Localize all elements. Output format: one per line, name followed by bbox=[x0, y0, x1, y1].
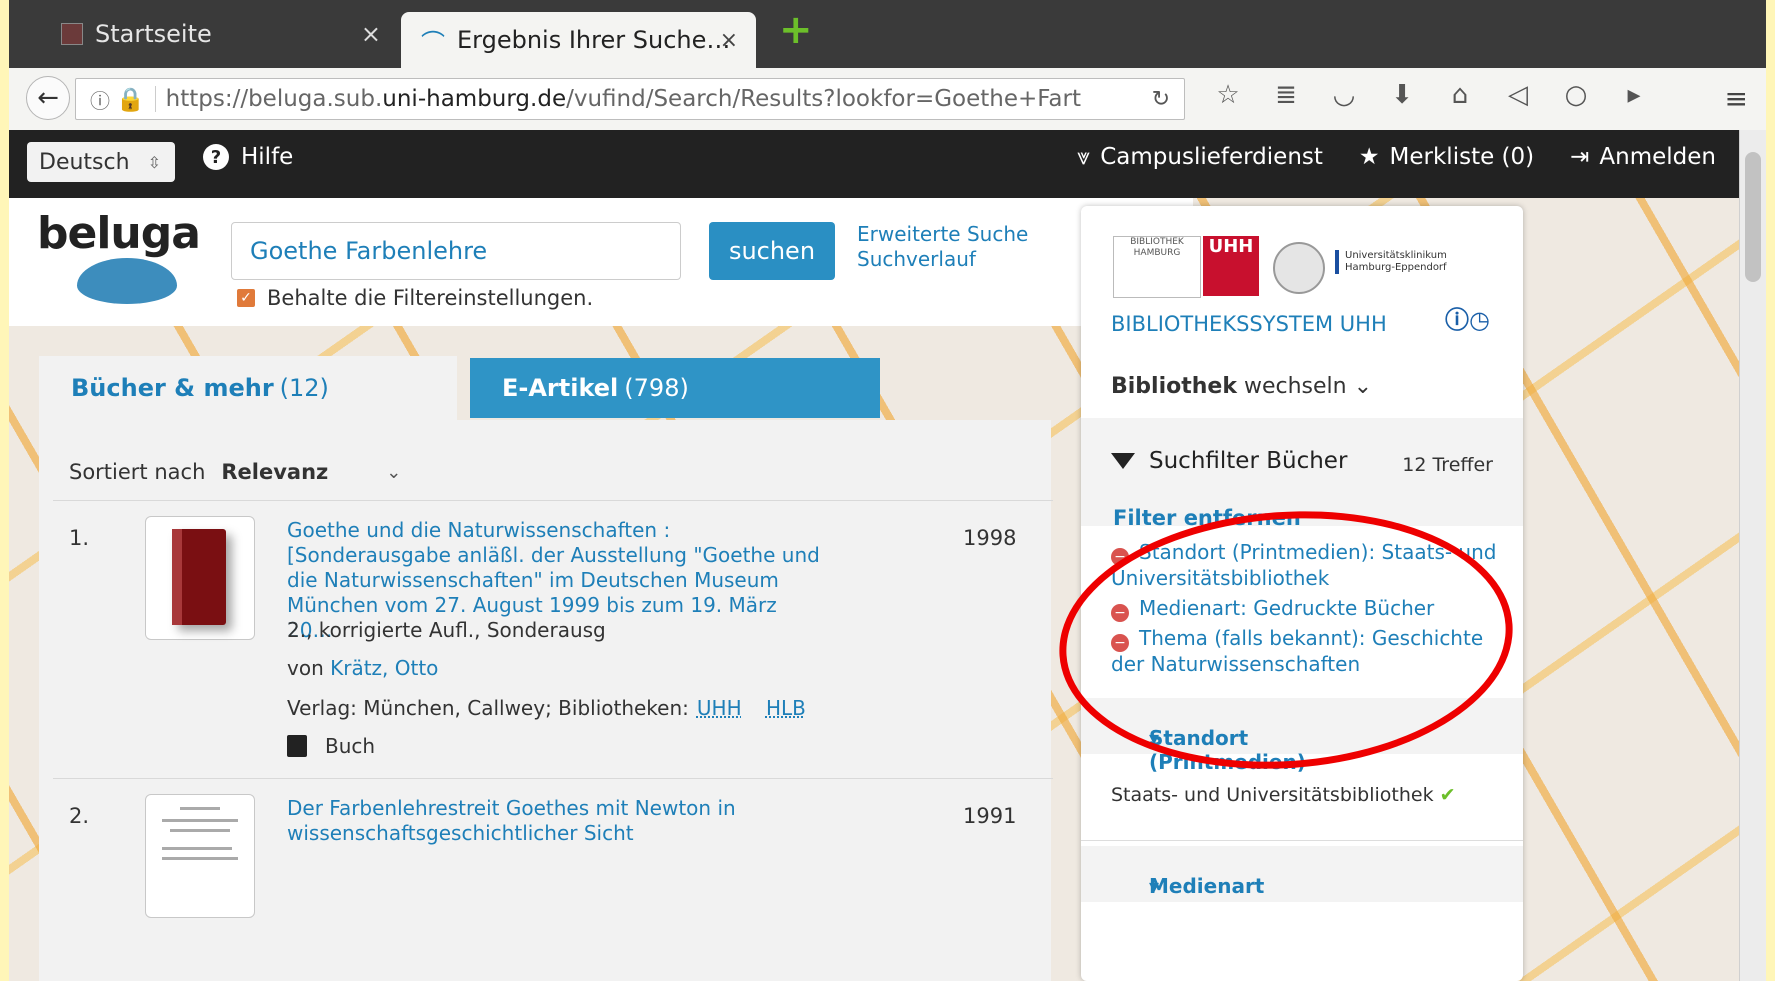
checkbox-checked-icon: ✓ bbox=[237, 289, 255, 307]
result-edition: 2., korrigierte Aufl., Sonderausg bbox=[287, 618, 606, 642]
search-history-link[interactable]: Suchverlauf bbox=[857, 247, 1028, 272]
pocket-icon[interactable]: ◡ bbox=[1315, 80, 1373, 110]
search-links: Erweiterte Suche Suchverlauf bbox=[857, 222, 1028, 272]
tab-search-results[interactable]: ⌒ Ergebnis Ihrer Suche… × bbox=[401, 12, 756, 68]
library-logos: BIBLIOTHEK HAMBURG UHH Universitätsklini… bbox=[1113, 236, 1463, 298]
help-link[interactable]: ? Hilfe bbox=[203, 144, 293, 170]
library-link-uhh[interactable]: UHH bbox=[697, 696, 742, 720]
campus-link[interactable]: ⩔ Campuslieferdienst bbox=[1077, 144, 1323, 170]
switch-library[interactable]: Bibliothek wechseln ⌄ bbox=[1111, 374, 1372, 399]
tab-startseite[interactable]: Startseite × bbox=[19, 10, 399, 58]
search-button[interactable]: suchen bbox=[709, 222, 835, 280]
site-top-bar: Deutsch ⇳ ? Hilfe ⩔ Campuslieferdienst ★ Me… bbox=[9, 130, 1740, 198]
reading-list-icon[interactable]: ≣ bbox=[1257, 80, 1315, 110]
filter-header: Suchfilter Bücher 12 Treffer Filter entf… bbox=[1081, 418, 1523, 530]
hit-count: 12 Treffer bbox=[1402, 454, 1493, 476]
new-tab-button[interactable]: + bbox=[779, 10, 813, 50]
tab-label: Ergebnis Ihrer Suche… bbox=[457, 26, 731, 54]
back-button[interactable]: ← bbox=[26, 76, 70, 120]
chevron-down-icon: ⌄ bbox=[386, 461, 402, 483]
results-panel: Sortiert nach Relevanz ⌄ 1. Goethe und d… bbox=[39, 420, 1053, 981]
checkmark-icon: ✔ bbox=[1439, 784, 1456, 806]
close-icon[interactable]: × bbox=[361, 20, 381, 48]
toolbar-icons: ☆ ≣ ◡ ⬇ ⌂ ◁ ○ ▸ bbox=[1199, 80, 1663, 110]
search-header: beluga Goethe Farbenlehre suchen Erweite… bbox=[9, 198, 1193, 326]
login-link[interactable]: ⇥ Anmelden bbox=[1570, 144, 1716, 170]
bookmark-star-icon[interactable]: ☆ bbox=[1199, 80, 1257, 110]
search-input[interactable]: Goethe Farbenlehre bbox=[231, 222, 681, 280]
result-publisher: Verlag: München, Callwey; Bibliotheken: U… bbox=[287, 696, 806, 720]
home-icon[interactable]: ⌂ bbox=[1431, 80, 1489, 110]
result-year: 1991 bbox=[963, 804, 1017, 828]
delivery-icon: ⩔ bbox=[1077, 144, 1091, 170]
document-cover[interactable] bbox=[145, 794, 255, 918]
result-type: Buch bbox=[287, 734, 375, 758]
info-icon[interactable]: ⓘ bbox=[90, 85, 110, 114]
book-icon bbox=[172, 529, 226, 625]
sort-control[interactable]: Sortiert nach Relevanz ⌄ bbox=[69, 460, 401, 484]
url-bar[interactable]: ⓘ 🔒 https://beluga.sub.uni-hamburg.de/vu… bbox=[75, 78, 1185, 120]
advanced-search-link[interactable]: Erweiterte Suche bbox=[857, 222, 1028, 247]
browser-window: Startseite × ⌒ Ergebnis Ihrer Suche… × +… bbox=[9, 0, 1766, 981]
facet-item[interactable]: Staats- und Universitätsbibliothek ✔ bbox=[1111, 784, 1456, 806]
seal-logo bbox=[1273, 242, 1325, 294]
tab-e-articles[interactable]: E-Artikel (798) bbox=[470, 358, 880, 418]
extension-icon[interactable]: ▸ bbox=[1605, 80, 1663, 110]
sub-logo: BIBLIOTHEK HAMBURG bbox=[1113, 236, 1201, 298]
star-icon: ★ bbox=[1358, 144, 1380, 170]
facet-medienart[interactable]: ▾ Medienart bbox=[1081, 846, 1523, 902]
book-cover[interactable] bbox=[145, 516, 255, 640]
author-link[interactable]: Krätz, Otto bbox=[330, 656, 438, 680]
favicon-icon bbox=[61, 23, 83, 45]
close-icon[interactable]: × bbox=[720, 28, 738, 53]
library-link-hlb[interactable]: HLB bbox=[766, 696, 806, 720]
navigation-bar: ← ⓘ 🔒 https://beluga.sub.uni-hamburg.de/… bbox=[9, 68, 1766, 131]
funnel-icon bbox=[1111, 453, 1135, 469]
language-select[interactable]: Deutsch ⇳ bbox=[27, 142, 175, 182]
book-type-icon bbox=[287, 735, 307, 757]
help-icon: ? bbox=[203, 144, 229, 170]
info-clock-icon[interactable]: ⓘ◷ bbox=[1445, 300, 1490, 335]
url-text: https://beluga.sub.uni-hamburg.de/vufind… bbox=[165, 86, 1081, 112]
top-links: ⩔ Campuslieferdienst ★ Merkliste (0) ⇥ Anme… bbox=[1077, 144, 1716, 170]
web-page: Deutsch ⇳ ? Hilfe ⩔ Campuslieferdienst ★ Me… bbox=[9, 130, 1766, 981]
tab-strip: Startseite × ⌒ Ergebnis Ihrer Suche… × + bbox=[9, 0, 1766, 68]
hamburger-menu-icon[interactable]: ≡ bbox=[1725, 82, 1748, 115]
select-arrows-icon: ⇳ bbox=[147, 152, 161, 172]
scroll-thumb[interactable] bbox=[1745, 152, 1761, 282]
send-icon[interactable]: ◁ bbox=[1489, 80, 1547, 110]
download-icon[interactable]: ⬇ bbox=[1373, 80, 1431, 110]
beluga-favicon-icon: ⌒ bbox=[421, 28, 445, 57]
beluga-logo[interactable]: beluga bbox=[37, 208, 201, 259]
tab-books[interactable]: Bücher & mehr (12) bbox=[39, 356, 457, 420]
result-title-link[interactable]: Der Farbenlehrestreit Goethes mit Newton… bbox=[287, 796, 827, 846]
keep-filters-checkbox[interactable]: ✓ Behalte die Filtereinstellungen. bbox=[237, 286, 593, 310]
result-year: 1998 bbox=[963, 526, 1017, 550]
merkliste-link[interactable]: ★ Merkliste (0) bbox=[1359, 144, 1534, 170]
library-name-link[interactable]: BIBLIOTHEKSSYSTEM UHH bbox=[1111, 312, 1387, 336]
uhh-logo: UHH bbox=[1203, 236, 1259, 296]
scrollbar[interactable] bbox=[1739, 130, 1766, 981]
chat-icon[interactable]: ○ bbox=[1547, 80, 1605, 110]
result-author: von Krätz, Otto bbox=[287, 656, 439, 680]
whale-logo-icon bbox=[77, 258, 177, 304]
chevron-down-icon: ⌄ bbox=[1353, 374, 1373, 399]
reload-icon[interactable]: ↻ bbox=[1152, 87, 1170, 112]
uke-logo: Universitätsklinikum Hamburg-Eppendorf bbox=[1335, 250, 1463, 274]
lock-icon: 🔒 bbox=[116, 86, 145, 113]
login-icon: ⇥ bbox=[1570, 144, 1590, 170]
tab-label: Startseite bbox=[95, 20, 212, 48]
